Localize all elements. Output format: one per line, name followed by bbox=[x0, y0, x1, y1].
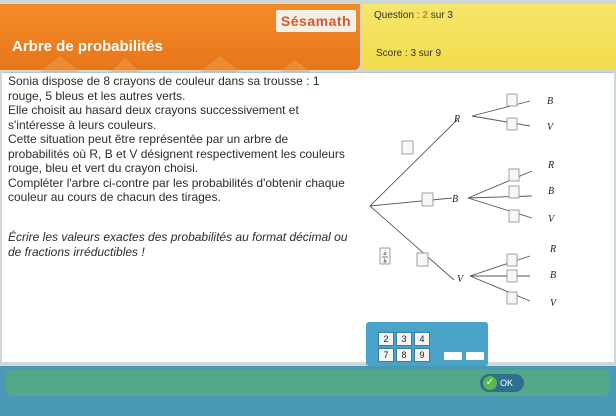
leaf-label-vr: R bbox=[549, 244, 556, 255]
prob-input-rb[interactable] bbox=[506, 93, 518, 107]
key-9[interactable]: 9 bbox=[414, 348, 430, 362]
tree-edge bbox=[369, 119, 458, 207]
header: Sésamath Arbre de probabilités Question … bbox=[0, 0, 616, 72]
leaf-label-rv: V bbox=[547, 122, 555, 133]
prob-input-bb[interactable] bbox=[508, 185, 520, 199]
key-blank[interactable] bbox=[444, 352, 462, 360]
leaf-label-br: R bbox=[547, 160, 554, 171]
header-decoration bbox=[40, 56, 310, 72]
branch-label-b: B bbox=[452, 194, 458, 205]
key-3[interactable]: 3 bbox=[396, 332, 412, 346]
fraction-numerator: a bbox=[384, 251, 387, 257]
key-7[interactable]: 7 bbox=[378, 348, 394, 362]
key-2[interactable]: 2 bbox=[378, 332, 394, 346]
prob-input-vv[interactable] bbox=[506, 291, 518, 305]
statement-line: s'intéresse à leurs couleurs. bbox=[8, 117, 157, 132]
question-prefix: Question : bbox=[374, 10, 423, 21]
tree-edge bbox=[467, 197, 533, 219]
statement-line: rouge, 5 bleus et les autres verts. bbox=[8, 88, 186, 103]
prob-input-v[interactable] bbox=[416, 252, 429, 267]
tree-edge bbox=[469, 275, 531, 302]
ok-button[interactable]: ✓ OK bbox=[480, 374, 524, 392]
prob-input-r[interactable] bbox=[401, 140, 414, 155]
tree-edge bbox=[471, 100, 531, 117]
score: Score : 3 sur 9 bbox=[376, 48, 442, 59]
fraction-denominator: b bbox=[384, 259, 387, 265]
leaf-label-rb: B bbox=[547, 96, 553, 107]
statement-line: Sonia dispose de 8 crayons de couleur da… bbox=[8, 74, 320, 88]
key-4[interactable]: 4 bbox=[414, 332, 430, 346]
prob-input-vr[interactable] bbox=[506, 253, 518, 267]
prob-input-br[interactable] bbox=[508, 168, 520, 182]
check-icon: ✓ bbox=[483, 376, 497, 390]
leaf-label-bv: V bbox=[548, 214, 556, 225]
key-8[interactable]: 8 bbox=[396, 348, 412, 362]
leaf-label-vv: V bbox=[550, 298, 558, 309]
probability-tree: R B V B R B V V R B V a b bbox=[369, 93, 558, 309]
statement-line: Cette situation peut être représentée pa… bbox=[8, 132, 289, 146]
problem-statement: Sonia dispose de 8 crayons de couleur da… bbox=[8, 74, 358, 205]
sesamath-logo: Sésamath bbox=[276, 10, 356, 32]
leaf-label-vb: B bbox=[550, 270, 556, 281]
statement-line: Elle choisit au hasard deux crayons succ… bbox=[8, 103, 299, 117]
question-counter: Question : 2 sur 3 bbox=[374, 10, 453, 21]
key-blank[interactable] bbox=[466, 352, 484, 360]
ok-label: OK bbox=[500, 378, 514, 388]
statement-line: rouge, bleu et vert du crayon choisi. bbox=[8, 161, 199, 175]
tree-edge bbox=[369, 197, 453, 207]
branch-label-r: R bbox=[453, 114, 460, 125]
statement-line: couleur au cours de chacun des tirages. bbox=[8, 190, 221, 204]
leaf-label-bb: B bbox=[548, 186, 554, 197]
prob-input-bv[interactable] bbox=[508, 209, 520, 223]
page-title: Arbre de probabilités bbox=[12, 38, 163, 55]
instruction-line: Écrire les valeurs exactes des probabili… bbox=[8, 230, 348, 244]
statement-line: Compléter l'arbre ci-contre par les prob… bbox=[8, 175, 345, 190]
question-suffix: sur 3 bbox=[427, 10, 453, 21]
branch-label-v: V bbox=[457, 274, 465, 285]
tree-edge bbox=[469, 255, 531, 277]
instruction-line: de fractions irréductibles ! bbox=[8, 244, 145, 259]
statement-line: probabilités où R, B et V désignent resp… bbox=[8, 146, 345, 161]
tree-edge bbox=[467, 195, 533, 199]
prob-input-vb[interactable] bbox=[506, 269, 518, 283]
tree-edge bbox=[471, 115, 531, 127]
prob-input-b[interactable] bbox=[421, 192, 434, 207]
virtual-keypad: 2 3 4 7 8 9 bbox=[366, 322, 488, 366]
tree-edge bbox=[467, 170, 533, 199]
prob-input-rv[interactable] bbox=[506, 117, 518, 131]
instruction: Écrire les valeurs exactes des probabili… bbox=[8, 230, 358, 259]
tree-edge bbox=[369, 205, 455, 281]
